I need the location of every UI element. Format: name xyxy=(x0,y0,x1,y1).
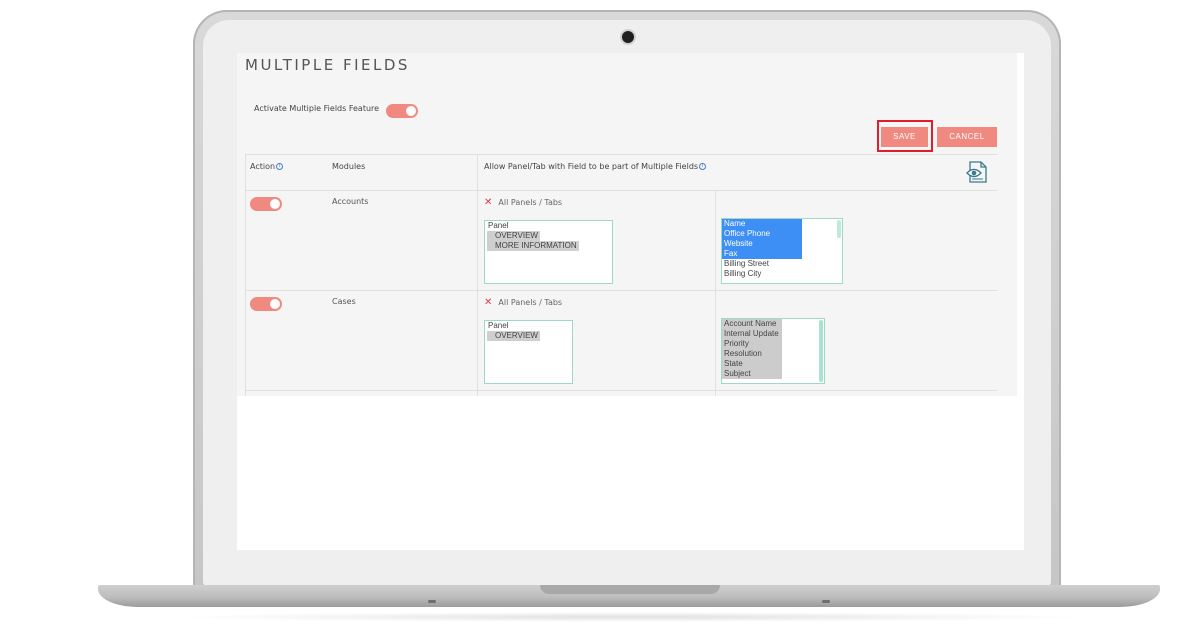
module-name-cases: Cases xyxy=(332,297,356,306)
all-panels-label: All Panels / Tabs xyxy=(498,198,563,207)
header-allow-label: Allow Panel/Tab with Field to be part of… xyxy=(484,162,699,171)
header-action: Action i xyxy=(250,162,284,171)
activate-feature-label: Activate Multiple Fields Feature xyxy=(254,104,380,113)
laptop-shadow xyxy=(170,612,1090,622)
panel-select-accounts[interactable]: Panel OVERVIEW MORE INFORMATION xyxy=(484,220,613,284)
table-header-border xyxy=(245,190,997,191)
all-panels-accounts: ✕ All Panels / Tabs xyxy=(484,197,562,208)
list-option[interactable]: Resolution xyxy=(722,349,782,359)
activate-feature-toggle[interactable] xyxy=(386,104,418,118)
list-option[interactable]: Fax xyxy=(722,249,802,259)
list-option: Panel xyxy=(488,321,509,330)
laptop-foot-right xyxy=(822,600,830,603)
scrollbar-thumb[interactable] xyxy=(819,320,823,382)
preview-eye-icon[interactable] xyxy=(966,160,988,184)
panel-select-cases[interactable]: Panel OVERVIEW xyxy=(484,320,573,384)
list-option[interactable]: Priority xyxy=(722,339,782,349)
screen: MULTIPLE FIELDS Activate Multiple Fields… xyxy=(237,53,1024,550)
cancel-button[interactable]: CANCEL xyxy=(937,127,997,147)
scrollbar-thumb[interactable] xyxy=(837,220,841,238)
table-column-divider xyxy=(477,154,478,396)
list-option[interactable]: OVERVIEW xyxy=(487,231,540,241)
table-column-divider xyxy=(715,190,716,396)
row-enable-toggle-accounts[interactable] xyxy=(250,197,282,211)
all-panels-cases: ✕ All Panels / Tabs xyxy=(484,297,562,308)
info-circle-icon[interactable]: i xyxy=(699,163,707,170)
table-left-border xyxy=(245,154,246,396)
list-option[interactable]: Subject xyxy=(722,369,782,379)
list-option[interactable]: Account Name xyxy=(722,319,782,329)
all-panels-label: All Panels / Tabs xyxy=(498,298,563,307)
page-title: MULTIPLE FIELDS xyxy=(245,56,410,74)
list-option[interactable]: State xyxy=(722,359,782,369)
list-option[interactable]: OVERVIEW xyxy=(487,331,540,341)
close-x-icon[interactable]: ✕ xyxy=(484,297,492,308)
list-option[interactable]: Billing City xyxy=(722,269,842,279)
row-enable-toggle-cases[interactable] xyxy=(250,297,282,311)
list-option[interactable]: MORE INFORMATION xyxy=(487,241,579,251)
list-option[interactable]: Website xyxy=(722,239,802,249)
save-button[interactable]: SAVE xyxy=(881,127,928,147)
field-select-cases[interactable]: Account Name Internal Update Priority Re… xyxy=(721,318,825,384)
info-circle-icon[interactable]: i xyxy=(276,163,284,170)
list-option[interactable]: Office Phone xyxy=(722,229,802,239)
header-action-label: Action xyxy=(250,162,276,171)
list-option[interactable]: Name xyxy=(722,219,802,229)
field-select-accounts[interactable]: Name Office Phone Website Fax Billing St… xyxy=(721,218,843,284)
table-row-border xyxy=(245,390,997,391)
list-option[interactable]: Internal Update xyxy=(722,329,782,339)
module-name-accounts: Accounts xyxy=(332,197,369,206)
list-option: Panel xyxy=(488,221,509,230)
list-option[interactable]: Billing Street xyxy=(722,259,842,269)
table-row-border xyxy=(245,290,997,291)
close-x-icon[interactable]: ✕ xyxy=(484,197,492,208)
table-top-border xyxy=(245,154,997,155)
header-allow: Allow Panel/Tab with Field to be part of… xyxy=(484,162,707,171)
settings-panel: MULTIPLE FIELDS Activate Multiple Fields… xyxy=(237,53,1017,396)
laptop-foot-left xyxy=(428,600,436,603)
laptop-base-notch xyxy=(540,585,720,594)
header-modules: Modules xyxy=(332,162,366,171)
webcam xyxy=(622,31,634,43)
